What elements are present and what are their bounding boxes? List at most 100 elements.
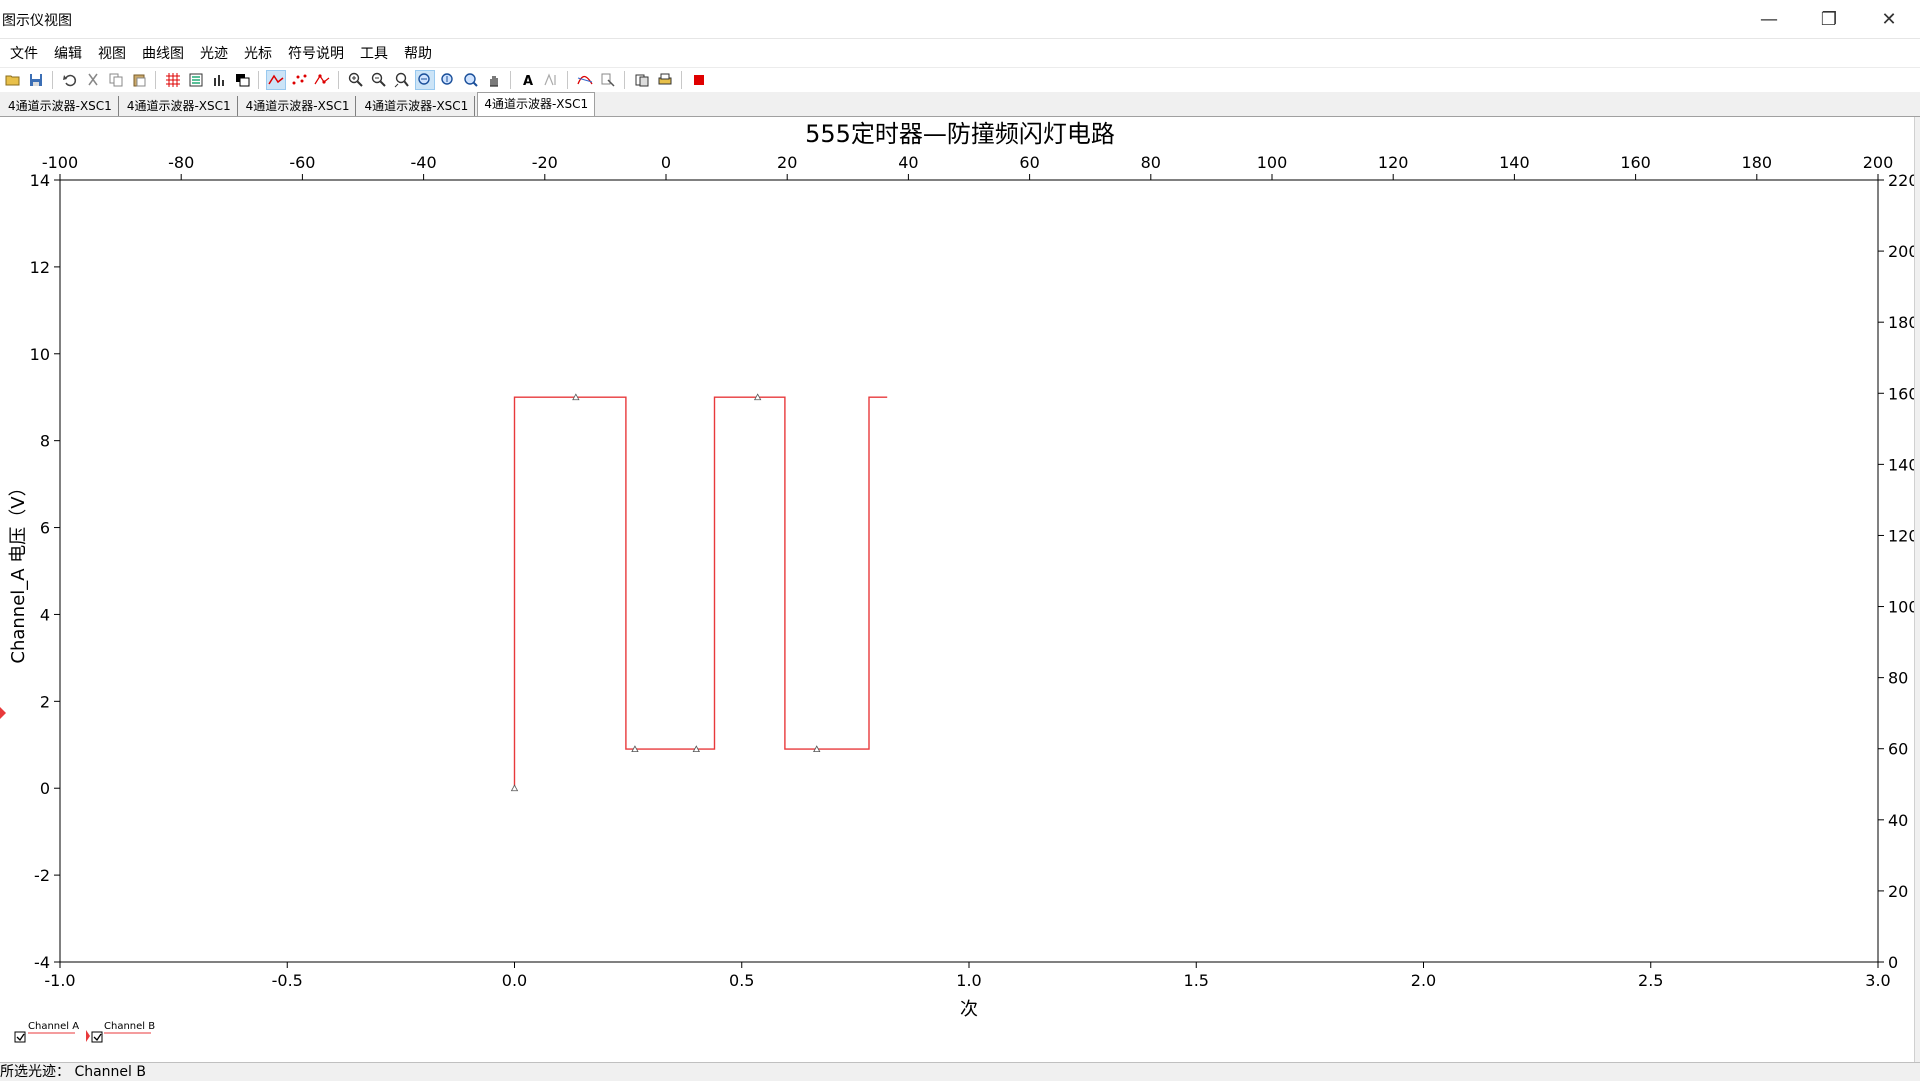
tab-oscilloscope-3[interactable]: 4通道示波器-XSC1 bbox=[239, 96, 357, 116]
top-tick-label: 40 bbox=[898, 153, 918, 172]
toolbar-separator bbox=[155, 71, 156, 89]
graph-area[interactable]: 555定时器—防撞频闪灯电路 -1.0 -0.5 0.0 0.5 1.0 1.5 2.0 2.… bbox=[0, 117, 1919, 1063]
paste-button[interactable] bbox=[129, 70, 149, 90]
status-text: 所选光迹： Channel B bbox=[0, 1064, 146, 1080]
y-tick-label: 14 bbox=[30, 171, 50, 190]
selected-trace-marker-icon bbox=[86, 1030, 90, 1042]
legend-item-channel-b[interactable]: Channel B bbox=[86, 1021, 155, 1043]
bar-button[interactable] bbox=[209, 70, 229, 90]
cursor-text-button[interactable] bbox=[541, 70, 561, 90]
save-icon bbox=[30, 74, 42, 86]
zoom-y-button[interactable] bbox=[438, 70, 458, 90]
data-point-marker bbox=[510, 784, 519, 792]
top-axis: -100 -80 -60 -40 -20 0 20 40 60 80 100 120 140 160 180… bbox=[42, 153, 1893, 180]
restore-button[interactable]: ❐ bbox=[1800, 0, 1858, 38]
x-tick-label: 1.0 bbox=[956, 971, 981, 990]
overlay-icon bbox=[236, 74, 250, 87]
menu-cursor[interactable]: 光标 bbox=[238, 43, 278, 63]
menu-view[interactable]: 视图 bbox=[92, 43, 132, 63]
zoom-fit-icon bbox=[394, 72, 409, 88]
left-cursor-marker-icon[interactable] bbox=[0, 707, 6, 719]
copy-button[interactable] bbox=[106, 70, 126, 90]
y-tick-label: 0 bbox=[40, 779, 50, 798]
tab-oscilloscope-4[interactable]: 4通道示波器-XSC1 bbox=[358, 96, 476, 116]
menu-help[interactable]: 帮助 bbox=[398, 43, 438, 63]
grid-button[interactable] bbox=[163, 70, 183, 90]
tab-oscilloscope-5[interactable]: 4通道示波器-XSC1 bbox=[477, 92, 596, 116]
top-tick-label: -20 bbox=[532, 153, 558, 172]
grid-icon bbox=[166, 73, 180, 87]
top-tick-label: 200 bbox=[1863, 153, 1894, 172]
y-tick-label: 4 bbox=[40, 605, 50, 624]
legend-item-channel-a[interactable]: Channel A bbox=[14, 1021, 79, 1043]
cut-button[interactable] bbox=[83, 70, 103, 90]
line-trace-button[interactable] bbox=[266, 70, 286, 90]
open-button[interactable] bbox=[3, 70, 23, 90]
legend-icon bbox=[189, 73, 203, 87]
zoom-out-button[interactable] bbox=[369, 70, 389, 90]
top-tick-label: 180 bbox=[1742, 153, 1773, 172]
menu-tools[interactable]: 工具 bbox=[354, 43, 394, 63]
toolbar-separator bbox=[681, 71, 682, 89]
text-button[interactable]: A bbox=[518, 70, 538, 90]
right-scroll-edge[interactable] bbox=[1914, 117, 1920, 1063]
tab-oscilloscope-1[interactable]: 4通道示波器-XSC1 bbox=[2, 96, 119, 116]
zoom-all-button[interactable] bbox=[461, 70, 481, 90]
y-tick-label: -2 bbox=[34, 866, 50, 885]
cut-icon bbox=[88, 73, 98, 86]
zoom-in-button[interactable] bbox=[346, 70, 366, 90]
top-tick-label: -100 bbox=[42, 153, 78, 172]
overlay-button[interactable] bbox=[232, 70, 252, 90]
zoom-x-button[interactable] bbox=[415, 70, 435, 90]
menu-file[interactable]: 文件 bbox=[4, 43, 44, 63]
properties-icon bbox=[601, 73, 615, 87]
menu-trace[interactable]: 光迹 bbox=[194, 43, 234, 63]
chart-title: 555定时器—防撞频闪灯电路 bbox=[805, 120, 1115, 148]
properties-button[interactable] bbox=[598, 70, 618, 90]
right-tick-label: 120 bbox=[1888, 526, 1915, 545]
curve-fit-icon bbox=[577, 75, 593, 85]
zoom-all-icon bbox=[464, 73, 478, 87]
top-tick-label: -80 bbox=[168, 153, 194, 172]
menu-graph[interactable]: 曲线图 bbox=[136, 43, 190, 63]
marker-trace-button[interactable] bbox=[312, 70, 332, 90]
legend-button[interactable] bbox=[186, 70, 206, 90]
legend: Channel A Channel B bbox=[14, 1021, 155, 1043]
right-tick-label: 60 bbox=[1888, 740, 1908, 759]
paste-icon bbox=[133, 74, 146, 87]
right-tick-label: 140 bbox=[1888, 455, 1915, 474]
print-button[interactable] bbox=[655, 70, 675, 90]
stop-button[interactable] bbox=[689, 70, 709, 90]
x-axis-label: 次 bbox=[960, 999, 978, 1020]
x-tick-label: 0.0 bbox=[502, 971, 527, 990]
line-trace-icon bbox=[268, 74, 284, 85]
x-tick-label: 1.5 bbox=[1184, 971, 1209, 990]
series-line-channel-a[interactable] bbox=[513, 396, 888, 789]
menu-edit[interactable]: 编辑 bbox=[48, 43, 88, 63]
close-button[interactable]: ✕ bbox=[1860, 0, 1918, 38]
right-tick-label: 100 bbox=[1888, 598, 1915, 617]
minimize-button[interactable]: — bbox=[1740, 0, 1798, 38]
series-group bbox=[510, 393, 888, 792]
top-tick-label: 20 bbox=[777, 153, 797, 172]
export-button[interactable] bbox=[632, 70, 652, 90]
save-button[interactable] bbox=[26, 70, 46, 90]
right-tick-label: 0 bbox=[1888, 953, 1898, 972]
right-axis: 0 20 40 60 80 100 120 140 160 180 200 220 bbox=[1878, 171, 1919, 972]
x-tick-label: 3.0 bbox=[1865, 971, 1890, 990]
curve-fit-button[interactable] bbox=[575, 70, 595, 90]
toolbar-separator bbox=[52, 71, 53, 89]
undo-icon bbox=[63, 74, 77, 87]
tab-oscilloscope-2[interactable]: 4通道示波器-XSC1 bbox=[120, 96, 238, 116]
top-tick-label: -60 bbox=[289, 153, 315, 172]
zoom-fit-button[interactable] bbox=[392, 70, 412, 90]
dots-trace-button[interactable] bbox=[289, 70, 309, 90]
legend-label-a: Channel A bbox=[28, 1021, 79, 1032]
toolbar-separator bbox=[338, 71, 339, 89]
pan-hand-button[interactable] bbox=[484, 70, 504, 90]
menu-legend[interactable]: 符号说明 bbox=[282, 43, 350, 63]
dots-trace-icon bbox=[292, 74, 307, 85]
chart[interactable]: 555定时器—防撞频闪灯电路 -1.0 -0.5 0.0 0.5 1.0 1.5 2.0 2.… bbox=[0, 117, 1919, 1063]
y-axis: -4 -2 0 2 4 6 8 10 12 14 bbox=[30, 171, 60, 972]
undo-button[interactable] bbox=[60, 70, 80, 90]
